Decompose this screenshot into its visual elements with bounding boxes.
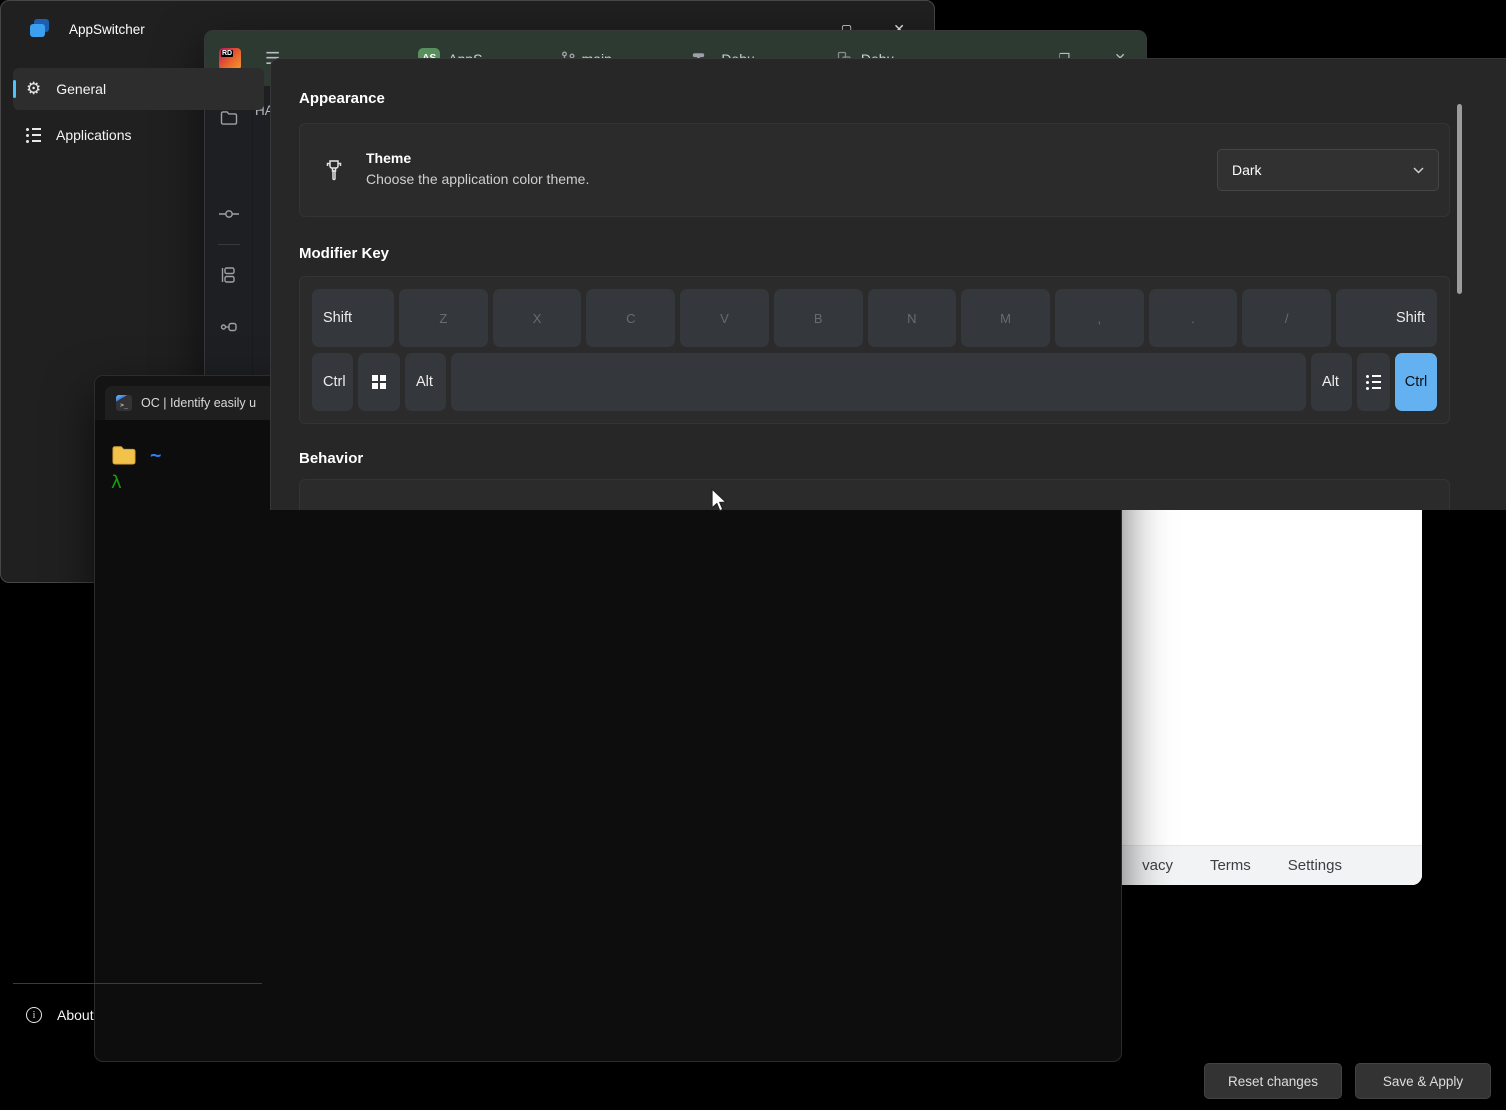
dialog-title: AppSwitcher — [69, 22, 145, 37]
theme-title: Theme — [366, 150, 621, 166]
behavior-card — [299, 479, 1450, 510]
theme-setting-card: Theme Choose the application color theme… — [299, 123, 1450, 217]
windows-logo-icon — [372, 375, 386, 389]
theme-dropdown[interactable]: Dark — [1217, 149, 1439, 191]
key-b[interactable]: B — [774, 289, 863, 347]
key-c[interactable]: C — [586, 289, 675, 347]
theme-description: Choose the application color theme. — [366, 169, 621, 191]
key-win[interactable] — [358, 353, 400, 411]
key-menu[interactable] — [1357, 353, 1390, 411]
key-n[interactable]: N — [868, 289, 957, 347]
key-slash[interactable]: / — [1242, 289, 1331, 347]
key-ctrl-right-selected[interactable]: Ctrl — [1395, 353, 1437, 411]
save-apply-button[interactable]: Save & Apply — [1355, 1063, 1491, 1099]
chevron-down-icon — [1413, 167, 1424, 174]
key-alt-left[interactable]: Alt — [405, 353, 446, 411]
info-icon: i — [26, 1007, 42, 1023]
key-shift-left[interactable]: Shift — [312, 289, 394, 347]
reset-changes-button[interactable]: Reset changes — [1204, 1063, 1342, 1099]
menu-key-icon — [1366, 375, 1381, 390]
mouse-cursor — [706, 486, 732, 516]
key-comma[interactable]: , — [1055, 289, 1144, 347]
key-z[interactable]: Z — [399, 289, 488, 347]
nav-general[interactable]: ⚙ General — [13, 68, 264, 110]
terms-link[interactable]: Terms — [1210, 857, 1251, 874]
appswitcher-app-icon — [29, 18, 53, 40]
modifier-keyboard: Shift Z X C V B N M , . / Shift Ctrl Alt… — [299, 276, 1450, 424]
paintbrush-icon — [322, 158, 346, 182]
nav-applications-label: Applications — [56, 127, 132, 143]
settings-link[interactable]: Settings — [1288, 857, 1342, 874]
key-v[interactable]: V — [680, 289, 769, 347]
privacy-link[interactable]: vacy — [1142, 857, 1173, 874]
behavior-heading: Behavior — [299, 450, 1450, 467]
applications-list-icon — [26, 128, 41, 143]
nav-about[interactable]: i About — [13, 994, 262, 1036]
rider-logo-text: RD — [221, 50, 233, 57]
theme-dropdown-value: Dark — [1232, 162, 1262, 178]
key-space[interactable] — [451, 353, 1306, 411]
key-ctrl-left[interactable]: Ctrl — [312, 353, 353, 411]
dialog-sidebar: ⚙ General Applications i About — [0, 58, 270, 1110]
key-m[interactable]: M — [961, 289, 1050, 347]
nav-applications[interactable]: Applications — [13, 114, 264, 156]
modifier-key-heading: Modifier Key — [299, 245, 1450, 262]
appearance-heading: Appearance — [299, 90, 1450, 107]
panel-scrollbar[interactable] — [1457, 104, 1462, 294]
key-shift-right[interactable]: Shift — [1336, 289, 1437, 347]
key-period[interactable]: . — [1149, 289, 1238, 347]
nav-about-label: About — [57, 1007, 94, 1023]
key-alt-right[interactable]: Alt — [1311, 353, 1352, 411]
appswitcher-settings-window: AppSwitcher — ▢ ✕ ⚙ General Applications… — [0, 0, 935, 583]
nav-general-label: General — [56, 81, 106, 97]
settings-content-panel: Appearance Theme Choose the application … — [270, 58, 1506, 510]
gear-icon: ⚙ — [26, 79, 41, 99]
key-x[interactable]: X — [493, 289, 582, 347]
